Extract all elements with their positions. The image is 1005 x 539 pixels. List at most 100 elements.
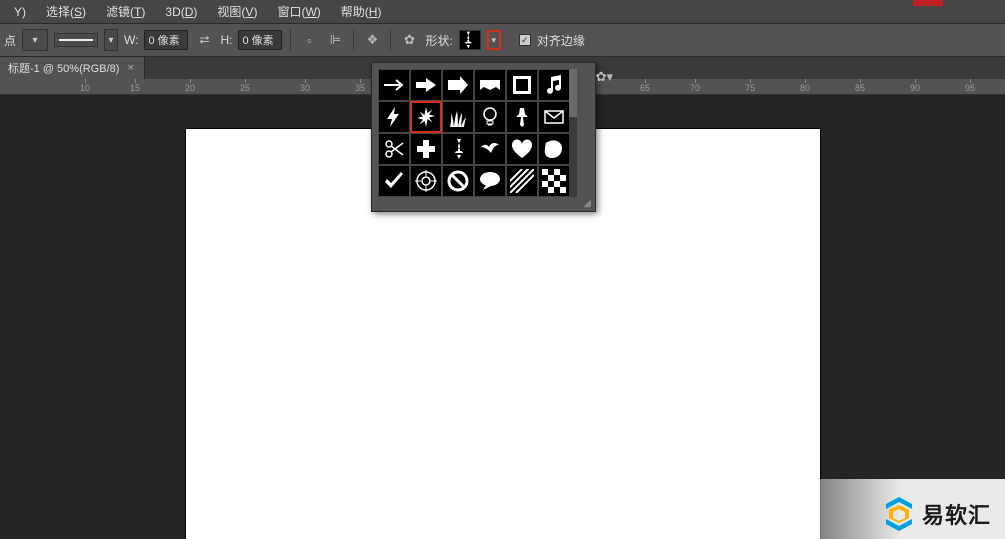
menu-bar: Y) 选择(S) 滤镜(T) 3D(D) 视图(V) 窗口(W) 帮助(H) — [0, 0, 1005, 24]
options-bar: 点 W: ⮂ H: ▫ ⊫ ❖ ✿ 形状: ✓ 对齐边缘 — [0, 24, 1005, 57]
ruler-tick: 95 — [965, 83, 975, 93]
ruler-tick: 15 — [130, 83, 140, 93]
shape-lightbulb[interactable] — [474, 101, 506, 133]
stroke-dropdown[interactable] — [104, 29, 118, 51]
shape-music-note[interactable] — [538, 69, 570, 101]
shape-preview[interactable] — [459, 30, 481, 50]
checkmark-icon — [382, 169, 406, 193]
shape-grid — [378, 69, 570, 197]
speech-bubble-icon — [478, 169, 502, 193]
window-close-hint — [913, 0, 943, 6]
no-sign-icon — [446, 169, 470, 193]
shape-target[interactable] — [410, 165, 442, 197]
shape-speech-bubble[interactable] — [474, 165, 506, 197]
plus-icon — [414, 137, 438, 161]
panel-menu-icon[interactable]: ✿▾ — [596, 69, 613, 85]
divider — [290, 29, 291, 51]
shape-no-sign[interactable] — [442, 165, 474, 197]
fleur-icon — [460, 30, 480, 50]
shape-picker-panel: ✿▾ ◢ — [371, 62, 596, 212]
align-edges-checkbox[interactable]: ✓ — [519, 34, 531, 46]
shape-grass[interactable] — [442, 101, 474, 133]
align-icon[interactable]: ⊫ — [325, 30, 345, 50]
ruler-tick: 30 — [300, 83, 310, 93]
gear-icon[interactable]: ✿ — [399, 30, 419, 50]
watermark-logo-icon — [884, 497, 914, 531]
document-tab[interactable]: 标题-1 @ 50%(RGB/8) × — [0, 57, 145, 79]
align-edges-label: 对齐边缘 — [537, 32, 585, 49]
banner-icon — [478, 73, 502, 97]
ruler-tick: 25 — [240, 83, 250, 93]
frame-icon — [510, 73, 534, 97]
pathop-icon-1[interactable]: ▫ — [299, 30, 319, 50]
starburst-icon — [414, 105, 438, 129]
shape-dropdown-button[interactable] — [487, 30, 501, 50]
ruler-tick: 70 — [690, 83, 700, 93]
envelope-icon — [542, 105, 566, 129]
arrow-right-icon — [414, 73, 438, 97]
arrow-thin-right-icon — [382, 73, 406, 97]
menu-window[interactable]: 窗口(W) — [267, 0, 330, 23]
shape-scissors[interactable] — [378, 133, 410, 165]
checkerboard-icon — [542, 169, 566, 193]
divider — [353, 29, 354, 51]
shape-fleur-de-lis[interactable] — [442, 133, 474, 165]
menu-3d[interactable]: 3D(D) — [155, 2, 207, 22]
ruler-tick: 85 — [855, 83, 865, 93]
shape-arrow-thin-right[interactable] — [378, 69, 410, 101]
lightbulb-icon — [478, 105, 502, 129]
shape-label: 形状: — [425, 32, 452, 49]
stroke-preview[interactable] — [54, 33, 98, 47]
shape-arrow-right[interactable] — [410, 69, 442, 101]
target-icon — [414, 169, 438, 193]
resize-grip-icon[interactable]: ◢ — [583, 198, 591, 209]
diagonal-stripes-icon — [510, 169, 534, 193]
ruler-tick: 75 — [745, 83, 755, 93]
menu-help[interactable]: 帮助(H) — [331, 0, 392, 23]
arrange-icon[interactable]: ❖ — [362, 30, 382, 50]
shape-pushpin[interactable] — [506, 101, 538, 133]
ruler-tick: 35 — [355, 83, 365, 93]
menu-select[interactable]: 选择(S) — [36, 0, 96, 23]
menu-y[interactable]: Y) — [4, 2, 36, 22]
shape-heart[interactable] — [506, 133, 538, 165]
width-label: W: — [124, 33, 138, 47]
menu-view[interactable]: 视图(V) — [207, 0, 267, 23]
close-icon[interactable]: × — [127, 62, 133, 74]
shape-arrow-block-right[interactable] — [442, 69, 474, 101]
mode-dropdown[interactable] — [22, 29, 48, 51]
watermark-text: 易软汇 — [922, 498, 991, 530]
arrow-block-right-icon — [446, 73, 470, 97]
ruler-tick: 20 — [185, 83, 195, 93]
link-icon[interactable]: ⮂ — [194, 30, 214, 50]
divider — [390, 29, 391, 51]
ruler-tick: 90 — [910, 83, 920, 93]
height-label: H: — [220, 33, 232, 47]
shape-checkmark[interactable] — [378, 165, 410, 197]
ruler-tick: 65 — [640, 83, 650, 93]
shape-birds[interactable] — [474, 133, 506, 165]
fleur-de-lis-icon — [446, 137, 470, 161]
shape-envelope[interactable] — [538, 101, 570, 133]
scrollbar-thumb[interactable] — [569, 69, 577, 117]
shape-checkerboard[interactable] — [538, 165, 570, 197]
birds-icon — [478, 137, 502, 161]
panel-scrollbar[interactable] — [569, 69, 577, 197]
width-input[interactable] — [144, 30, 188, 50]
ruler-tick: 80 — [800, 83, 810, 93]
scissors-icon — [382, 137, 406, 161]
heart-icon — [510, 137, 534, 161]
shape-plus[interactable] — [410, 133, 442, 165]
shape-banner[interactable] — [474, 69, 506, 101]
shape-diagonal-stripes[interactable] — [506, 165, 538, 197]
height-input[interactable] — [238, 30, 282, 50]
shape-starburst[interactable] — [410, 101, 442, 133]
menu-filter[interactable]: 滤镜(T) — [96, 0, 155, 23]
shape-frame[interactable] — [506, 69, 538, 101]
shape-lightning[interactable] — [378, 101, 410, 133]
pushpin-icon — [510, 105, 534, 129]
music-note-icon — [542, 73, 566, 97]
shape-blob[interactable] — [538, 133, 570, 165]
watermark: 易软汇 — [884, 497, 991, 531]
grass-icon — [446, 105, 470, 129]
